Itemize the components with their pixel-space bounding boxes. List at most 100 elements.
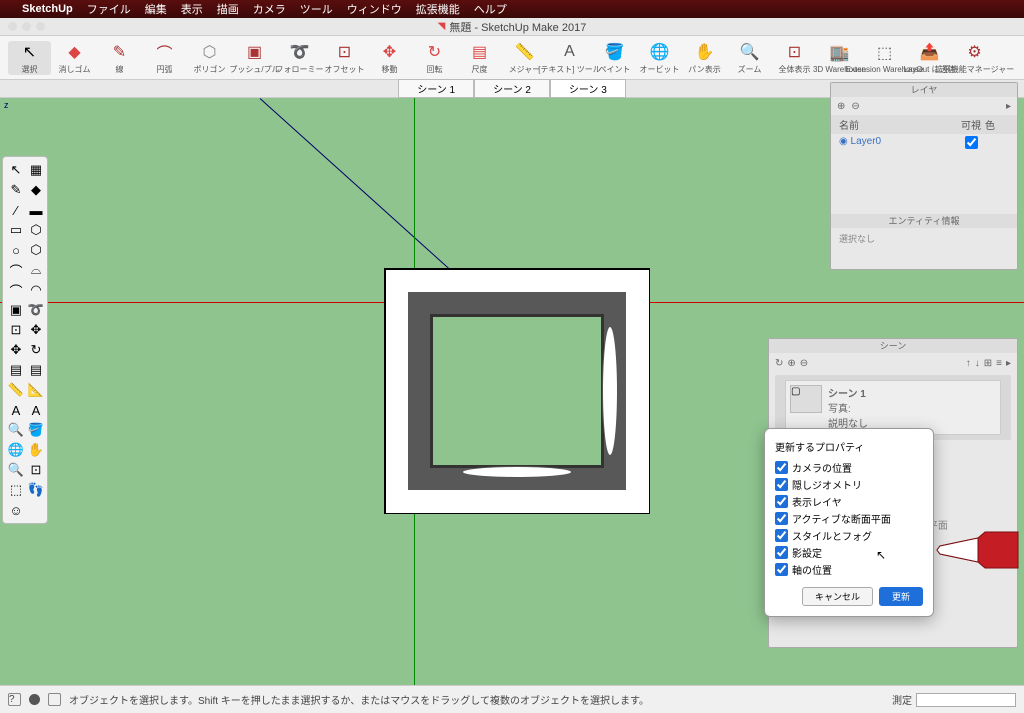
help-icon[interactable]: ? [8, 693, 21, 706]
toolbox-btn-32[interactable]: ⬚ [6, 480, 26, 500]
toolbox-btn-24[interactable]: A [6, 400, 26, 420]
remove-scene-icon[interactable]: ⊖ [800, 358, 808, 369]
scene-down-icon[interactable]: ↓ [975, 358, 980, 369]
toolbox-btn-13[interactable]: ◠ [26, 280, 46, 300]
tool-5[interactable]: ▣プッシュ/プル [233, 41, 276, 75]
tool-21[interactable]: ⚙拡張機能マネージャー [953, 41, 996, 75]
toolbox-btn-11[interactable]: ⌓ [26, 260, 46, 280]
scene-menu-icon[interactable]: ▸ [1006, 358, 1011, 369]
tool-8[interactable]: ✥移動 [368, 41, 411, 75]
tool-1[interactable]: ◆消しゴム [53, 41, 96, 75]
remove-layer-icon[interactable]: ⊖ [851, 101, 859, 112]
scene-item[interactable]: ▢ シーン 1写真:説明なし [785, 380, 1001, 435]
toolbox-btn-19[interactable]: ↻ [26, 340, 46, 360]
tab-scene1[interactable]: シーン 1 [398, 79, 474, 98]
menu-ext[interactable]: 拡張機能 [416, 1, 460, 17]
toolbox-btn-16[interactable]: ⊡ [6, 320, 26, 340]
opt-camera[interactable] [775, 461, 788, 474]
opt-section[interactable] [775, 512, 788, 525]
toolbox-btn-3[interactable]: ◆ [26, 180, 46, 200]
tool-16[interactable]: 🔍ズーム [728, 41, 771, 75]
toolbox-btn-26[interactable]: 🔍 [6, 420, 26, 440]
tool-12[interactable]: A[テキスト] ツール [548, 41, 591, 75]
toolbox-btn-9[interactable]: ⬡ [26, 240, 46, 260]
opt-layers[interactable] [775, 495, 788, 508]
tool-19[interactable]: ⬚Extension Warehouse [863, 42, 906, 74]
toolbox-btn-10[interactable]: ⌒ [6, 260, 26, 280]
measure-input[interactable] [916, 693, 1016, 707]
toolbox-btn-14[interactable]: ▣ [6, 300, 26, 320]
toolbox-btn-5[interactable]: ▬ [26, 200, 46, 220]
menu-edit[interactable]: 編集 [145, 1, 167, 17]
toolbox-btn-15[interactable]: ➰ [26, 300, 46, 320]
tool-10[interactable]: ▤尺度 [458, 41, 501, 75]
tab-scene3[interactable]: シーン 3 [550, 79, 626, 98]
tool-6[interactable]: ➰フォローミー [278, 41, 321, 75]
toolbox-btn-20[interactable]: ▤ [6, 360, 26, 380]
toolbox-btn-23[interactable]: 📐 [26, 380, 46, 400]
toolbox-btn-6[interactable]: ▭ [6, 220, 26, 240]
model-frame[interactable] [408, 292, 626, 490]
layer-row[interactable]: ◉ Layer0 [831, 134, 1017, 154]
menu-file[interactable]: ファイル [87, 1, 131, 17]
toolbox-btn-1[interactable]: ▦ [26, 160, 46, 180]
toolbox-btn-30[interactable]: 🔍 [6, 460, 26, 480]
cancel-button[interactable]: キャンセル [802, 587, 873, 606]
tool-17[interactable]: ⊡全体表示 [773, 41, 816, 75]
toolbox-btn-17[interactable]: ✥ [26, 320, 46, 340]
tab-scene2[interactable]: シーン 2 [474, 79, 550, 98]
scene-up-icon[interactable]: ↑ [966, 358, 971, 369]
toolbox-btn-18[interactable]: ✥ [6, 340, 26, 360]
toolbox-btn-33[interactable]: 👣 [26, 480, 46, 500]
opt-style[interactable] [775, 529, 788, 542]
toolbox-btn-21[interactable]: ▤ [26, 360, 46, 380]
tool-14[interactable]: 🌐オービット [638, 41, 681, 75]
tool-0[interactable]: ↖選択 [8, 41, 51, 75]
menu-draw[interactable]: 描画 [217, 1, 239, 17]
toolbox-btn-7[interactable]: ⬡ [26, 220, 46, 240]
toolbox-btn-8[interactable]: ○ [6, 240, 26, 260]
tool-2[interactable]: ✎線 [98, 41, 141, 75]
tool-15[interactable]: ✋パン表示 [683, 41, 726, 75]
menu-view[interactable]: 表示 [181, 1, 203, 17]
opt-shadow[interactable] [775, 546, 788, 559]
opt-hidden[interactable] [775, 478, 788, 491]
scene-view-icon[interactable]: ⊞ [984, 358, 992, 369]
layers-menu-icon[interactable]: ▸ [1006, 101, 1011, 112]
add-layer-icon[interactable]: ⊕ [837, 101, 845, 112]
refresh-icon[interactable]: ↻ [775, 358, 783, 369]
opt-axes[interactable] [775, 563, 788, 576]
menu-tools[interactable]: ツール [300, 1, 333, 17]
tool-9[interactable]: ↻回転 [413, 41, 456, 75]
update-button[interactable]: 更新 [879, 587, 923, 606]
toolbox-btn-22[interactable]: 📏 [6, 380, 26, 400]
toolbox-btn-34[interactable]: ☺ [6, 500, 26, 520]
tool-3[interactable]: ⌒円弧 [143, 41, 186, 75]
menu-help[interactable]: ヘルプ [474, 1, 507, 17]
toolbox-btn-12[interactable]: ⌒ [6, 280, 26, 300]
toolbox-btn-35[interactable] [26, 500, 46, 520]
add-scene-icon[interactable]: ⊕ [787, 358, 795, 369]
toolbox-btn-29[interactable]: ✋ [26, 440, 46, 460]
large-toolset[interactable]: ↖▦✎◆⁄▬▭⬡○⬡⌒⌓⌒◠▣➰⊡✥✥↻▤▤📏📐AA🔍🪣🌐✋🔍⊡⬚👣☺ [2, 156, 48, 524]
tool-13[interactable]: 🪣ペイント [593, 41, 636, 75]
scene-detail-icon[interactable]: ≡ [996, 358, 1002, 369]
toolbox-btn-27[interactable]: 🪣 [26, 420, 46, 440]
toolbox-btn-4[interactable]: ⁄ [6, 200, 26, 220]
tool-4[interactable]: ⬡ポリゴン [188, 41, 231, 75]
layers-panel[interactable]: レイヤ ⊕⊖▸ 名前可視色 ◉ Layer0 エンティティ情報 選択なし [830, 82, 1018, 270]
person-icon[interactable] [29, 694, 40, 705]
menu-window[interactable]: ウィンドウ [347, 1, 402, 17]
tool-7[interactable]: ⊡オフセット [323, 41, 366, 75]
toolbox-btn-28[interactable]: 🌐 [6, 440, 26, 460]
model-plane[interactable] [384, 268, 650, 514]
toolbox-btn-25[interactable]: A [26, 400, 46, 420]
app-name[interactable]: SketchUp [22, 3, 73, 15]
toolbox-btn-2[interactable]: ✎ [6, 180, 26, 200]
layer-visible[interactable] [965, 136, 978, 149]
menubar[interactable]: SketchUp ファイル 編集 表示 描画 カメラ ツール ウィンドウ 拡張機… [0, 0, 1024, 18]
toolbox-btn-0[interactable]: ↖ [6, 160, 26, 180]
menu-camera[interactable]: カメラ [253, 1, 286, 17]
geo-icon[interactable] [48, 693, 61, 706]
toolbox-btn-31[interactable]: ⊡ [26, 460, 46, 480]
